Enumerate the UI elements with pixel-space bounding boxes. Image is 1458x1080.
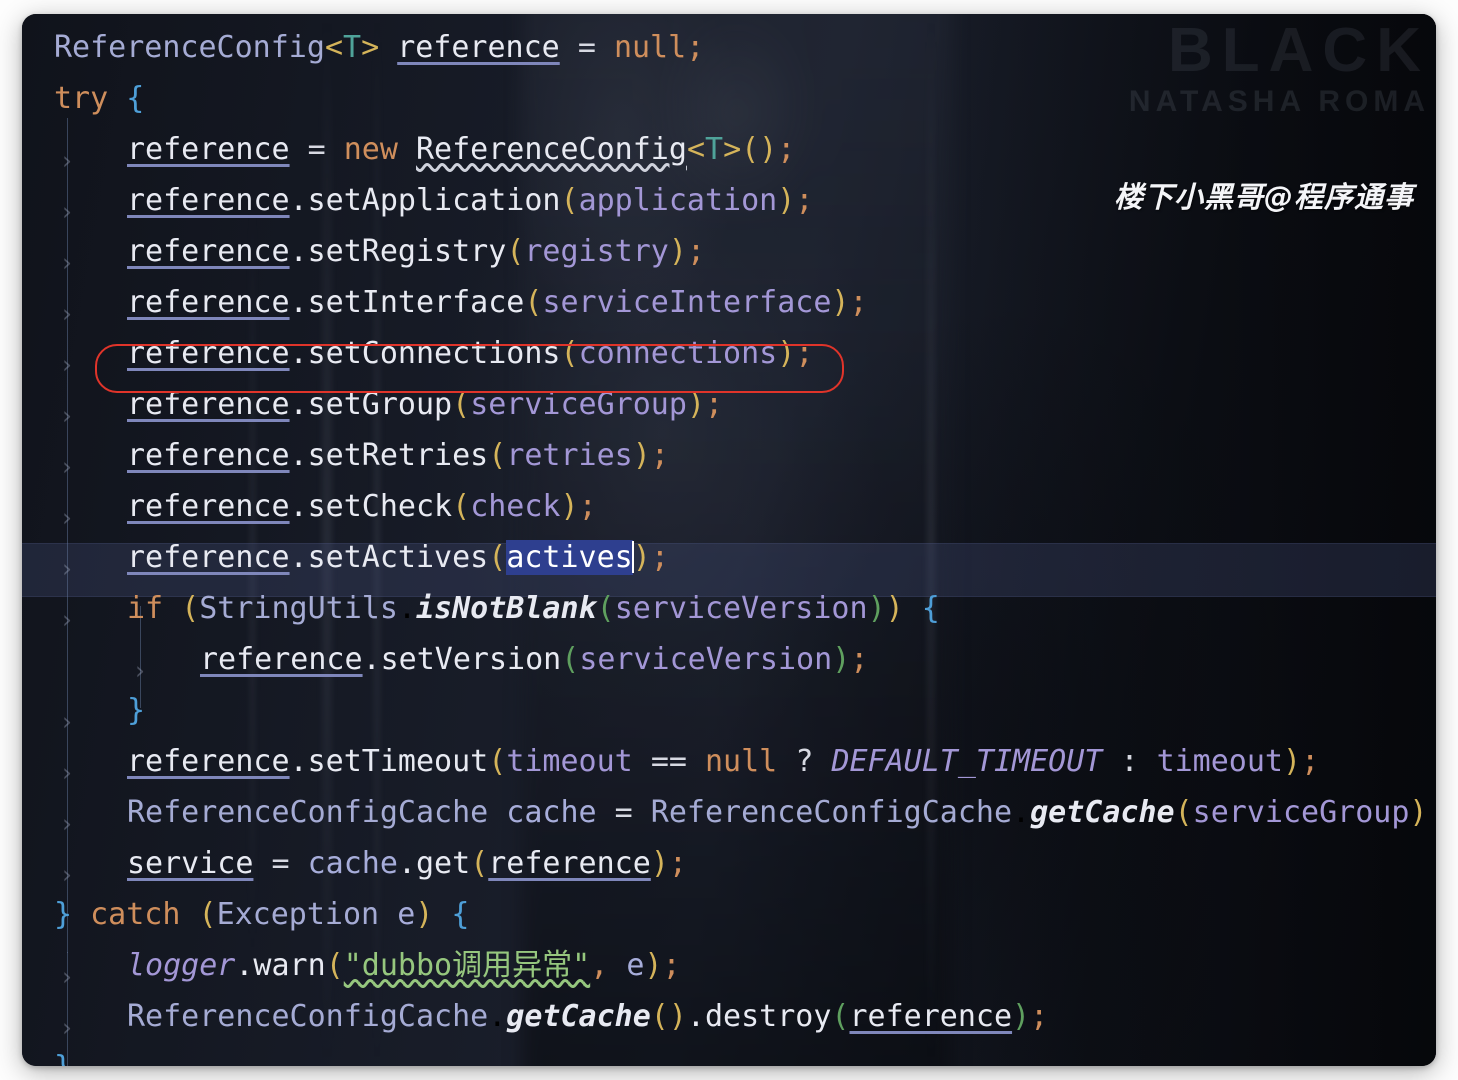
code-line[interactable]: } catch (Exception e) { [54, 889, 469, 940]
code-line[interactable]: reference.setRetries(retries); [127, 430, 669, 481]
fold-chevron-icon[interactable]: › [62, 811, 72, 836]
fold-chevron-icon[interactable]: › [62, 607, 72, 632]
code-line[interactable]: if (StringUtils.isNotBlank(serviceVersio… [127, 583, 940, 634]
fold-chevron-icon[interactable]: › [62, 352, 72, 377]
code-line[interactable]: reference.setRegistry(registry); [127, 226, 705, 277]
fold-chevron-icon[interactable]: › [62, 454, 72, 479]
fold-chevron-icon[interactable]: › [62, 148, 72, 173]
code-line-current[interactable]: reference.setActives(actives); [127, 532, 669, 583]
fold-chevron-icon[interactable]: › [62, 403, 72, 428]
code-line[interactable]: reference.setCheck(check); [127, 481, 597, 532]
fold-chevron-icon[interactable]: › [62, 301, 72, 326]
fold-chevron-icon[interactable]: › [62, 1015, 72, 1040]
fold-chevron-icon[interactable]: › [62, 556, 72, 581]
code-line[interactable]: reference = new ReferenceConfig<T>(); [127, 124, 795, 175]
code-line[interactable]: } [54, 1042, 72, 1066]
code-line[interactable]: } [127, 685, 145, 736]
fold-chevron-icon[interactable]: › [62, 250, 72, 275]
code-surface[interactable]: › › › › › › › › › › › › › › › › › Refere… [22, 14, 1436, 1066]
code-line[interactable]: reference.setInterface(serviceInterface)… [127, 277, 868, 328]
code-editor-card: BLACK NATASHA ROMA › › › › › › › › › › ›… [22, 14, 1436, 1066]
fold-chevron-icon[interactable]: › [62, 862, 72, 887]
code-line[interactable]: reference.setVersion(serviceVersion); [200, 634, 868, 685]
fold-chevron-icon[interactable]: › [62, 199, 72, 224]
code-line[interactable]: reference.setTimeout(timeout == null ? D… [127, 736, 1319, 787]
fold-chevron-icon[interactable]: › [62, 709, 72, 734]
code-line[interactable]: try { [54, 73, 144, 124]
code-line[interactable]: reference.setGroup(serviceGroup); [127, 379, 723, 430]
text-selection: actives [506, 540, 633, 575]
code-line[interactable]: reference.setApplication(application); [127, 175, 813, 226]
code-line[interactable]: reference.setConnections(connections); [127, 328, 813, 379]
fold-chevron-icon[interactable]: › [62, 760, 72, 785]
screenshot-root: BLACK NATASHA ROMA › › › › › › › › › › ›… [0, 0, 1458, 1080]
fold-chevron-icon[interactable]: › [62, 505, 72, 530]
code-line[interactable]: logger.warn("dubbo调用异常", e); [127, 940, 681, 991]
code-line[interactable]: service = cache.get(reference); [127, 838, 687, 889]
code-line[interactable]: ReferenceConfigCache cache = ReferenceCo… [127, 787, 1427, 838]
code-line[interactable]: ReferenceConfig<T> reference = null; [54, 22, 704, 73]
fold-chevron-icon[interactable]: › [135, 658, 145, 683]
author-watermark: 楼下小黑哥@程序通事 [1114, 180, 1415, 214]
fold-chevron-icon[interactable]: › [62, 964, 72, 989]
code-line[interactable]: ReferenceConfigCache.getCache().destroy(… [127, 991, 1048, 1042]
